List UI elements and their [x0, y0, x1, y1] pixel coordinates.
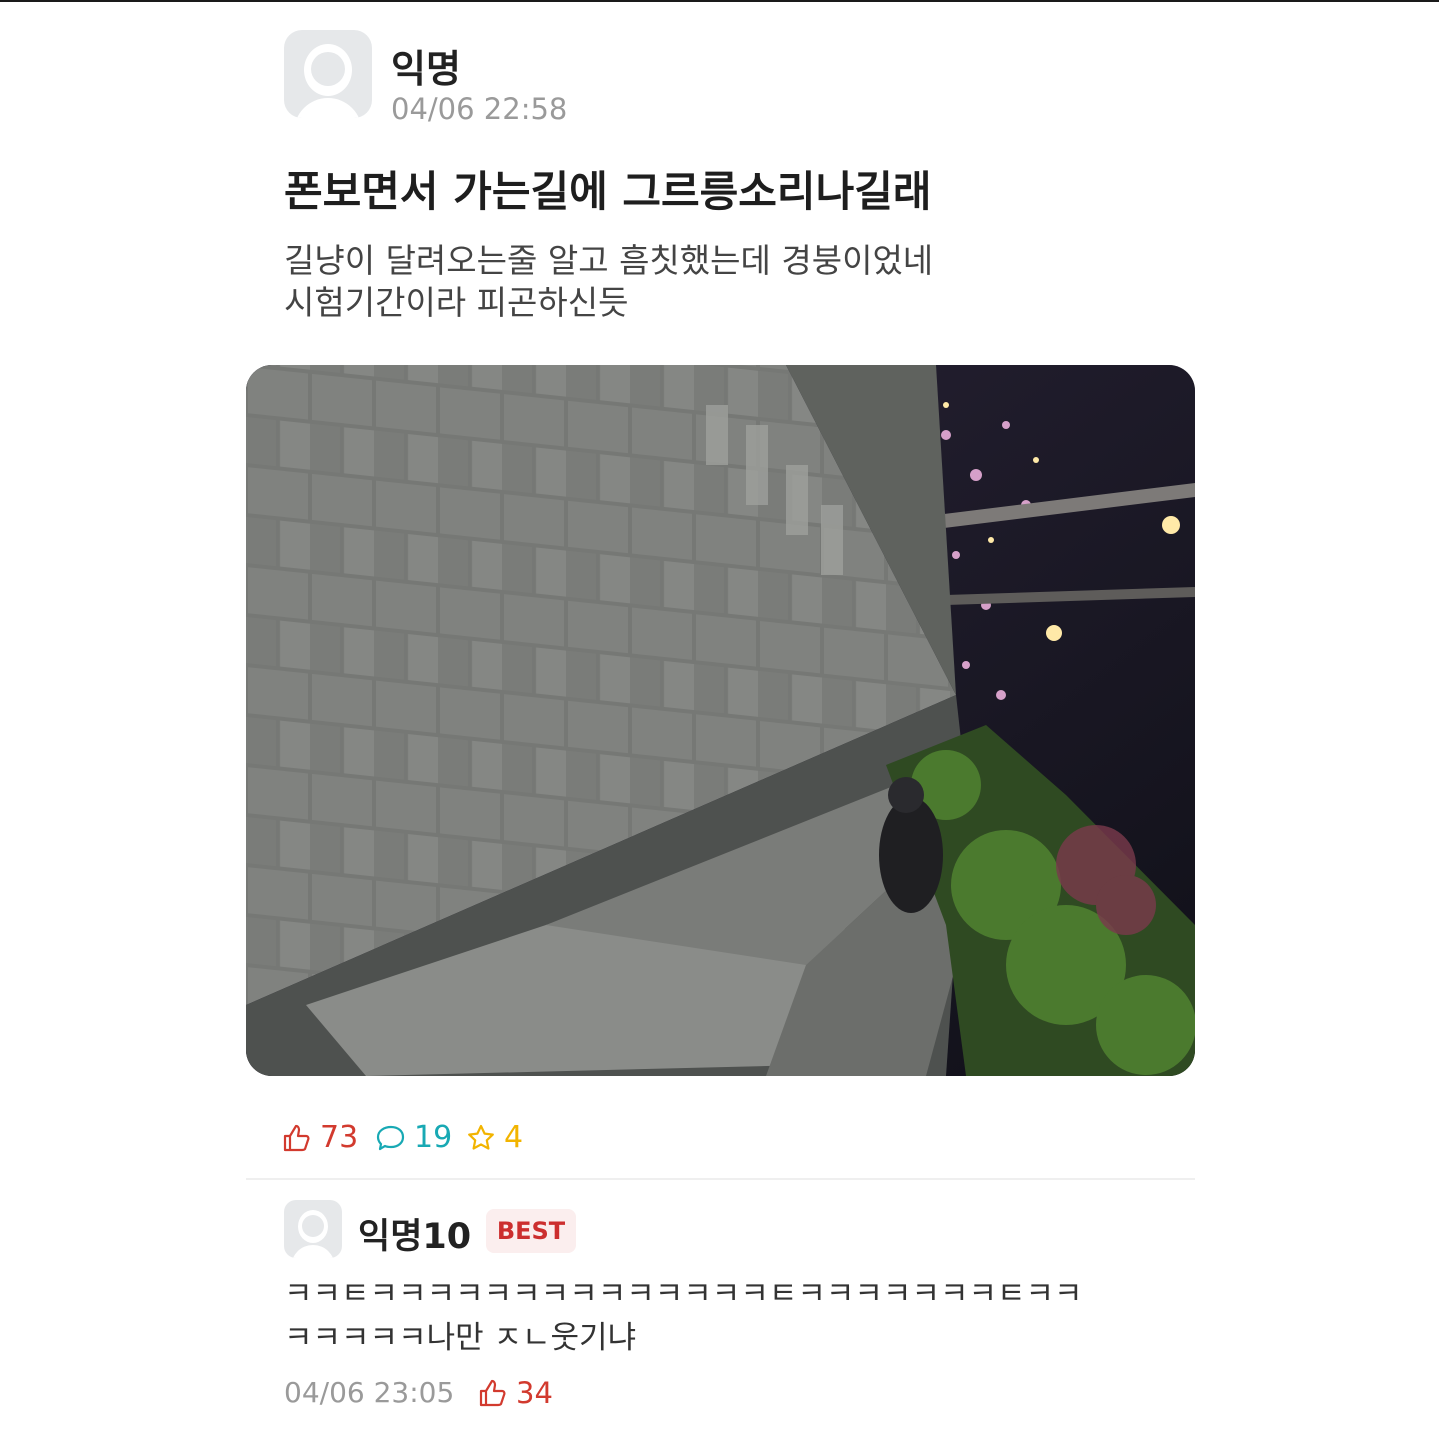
comment-time: 04/06 23:05 [284, 1376, 455, 1409]
best-badge: BEST [486, 1209, 576, 1253]
post-title: 폰보면서 가는길에 그르릉소리나길래 [284, 167, 932, 216]
author-avatar [284, 30, 372, 118]
author-name: 익명 [391, 47, 461, 91]
comment-text-line: ㅋㅋㅋㅋㅋ나만 ㅈㄴ웃기냐 [284, 1320, 637, 1356]
thumbs-up-icon [283, 1124, 310, 1152]
comment-text: ㅋㅋㅌㅋㅋㅋㅋㅋㅋㅋㅋㅋㅋㅋㅋㅋㅋㅌㅋㅋㅋㅋㅋㅋㅋㅌㅋㅋ ㅋㅋㅋㅋㅋ나만 ㅈㄴ웃… [284, 1272, 1184, 1360]
post-body-line: 시험기간이라 피곤하신듯 [284, 283, 629, 322]
comment-text-line: ㅋㅋㅌㅋㅋㅋㅋㅋㅋㅋㅋㅋㅋㅋㅋㅋㅋㅌㅋㅋㅋㅋㅋㅋㅋㅌㅋㅋ [284, 1276, 1083, 1312]
post-photo[interactable] [246, 365, 1195, 1076]
post: 익명 04/06 22:58 폰보면서 가는길에 그르릉소리나길래 길냥이 달려… [0, 0, 1439, 1433]
scrap-count: 4 [504, 1120, 524, 1155]
comment-avatar [284, 1200, 342, 1258]
star-icon [468, 1124, 494, 1150]
comment-author: 익명10 [358, 1217, 472, 1257]
speech-bubble-icon [376, 1125, 405, 1151]
post-body-line: 길냥이 달려오는줄 알고 흠칫했는데 경붕이었네 [284, 241, 934, 280]
comment-like-count: 34 [516, 1376, 553, 1410]
like-count: 73 [320, 1120, 359, 1155]
post-time: 04/06 22:58 [391, 92, 568, 126]
thumbs-up-icon [479, 1379, 506, 1407]
post-body: 길냥이 달려오는줄 알고 흠칫했는데 경붕이었네 시험기간이라 피곤하신듯 [284, 240, 933, 324]
divider [246, 1178, 1195, 1180]
comment-count: 19 [414, 1120, 453, 1155]
